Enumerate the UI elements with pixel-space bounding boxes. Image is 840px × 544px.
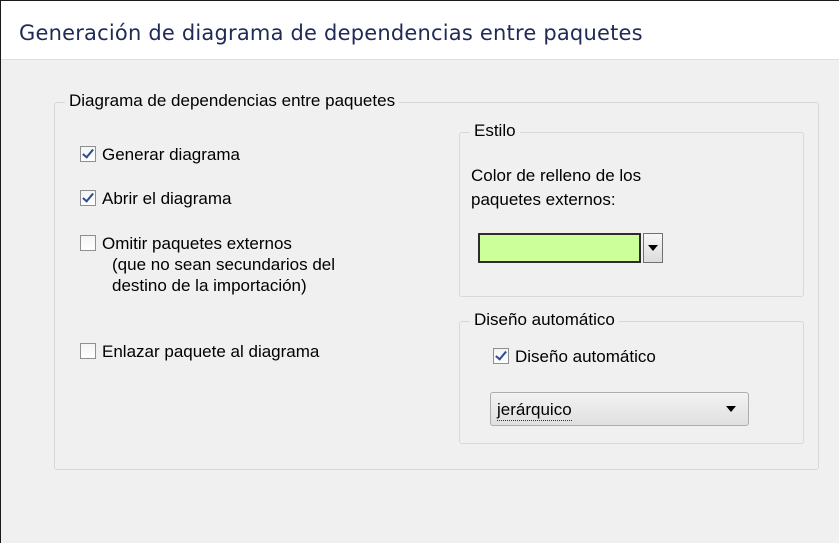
fill-color-swatch[interactable] [478, 233, 641, 263]
layout-type-select[interactable]: jerárquico [490, 392, 749, 426]
link-package-label: Enlazar paquete al diagrama [102, 342, 320, 361]
dialog-window: Generación de diagrama de dependencias e… [0, 0, 839, 543]
omit-external-packages-option[interactable]: Omitir paquetes externos (que no sean se… [80, 233, 335, 296]
open-diagram-checkbox[interactable] [80, 190, 96, 206]
dependency-diagram-group-legend: Diagrama de dependencias entre paquetes [65, 91, 400, 111]
style-group: Estilo [459, 121, 804, 297]
style-group-legend: Estilo [470, 121, 520, 141]
generate-diagram-checkbox[interactable] [80, 146, 96, 162]
omit-external-packages-label: Omitir paquetes externos [102, 234, 292, 253]
generate-diagram-label: Generar diagrama [102, 145, 240, 164]
fill-color-label-line-1: Color de relleno de los [471, 166, 642, 185]
fill-color-picker[interactable] [478, 233, 663, 263]
fill-color-label-line-2: paquetes externos: [471, 190, 616, 209]
open-diagram-option[interactable]: Abrir el diagrama [80, 188, 231, 209]
omit-external-packages-sublabel-2: destino de la importación) [112, 276, 307, 295]
title-bar: Generación de diagrama de dependencias e… [1, 1, 839, 60]
link-package-checkbox[interactable] [80, 343, 96, 359]
auto-layout-checkbox[interactable] [493, 348, 509, 364]
chevron-down-icon [648, 245, 658, 251]
open-diagram-label: Abrir el diagrama [102, 189, 232, 208]
fill-color-dropdown-button[interactable] [643, 233, 663, 263]
generate-diagram-option[interactable]: Generar diagrama [80, 144, 240, 165]
auto-layout-option[interactable]: Diseño automático [493, 346, 656, 367]
layout-type-value: jerárquico [497, 400, 572, 421]
auto-layout-label: Diseño automático [515, 347, 656, 366]
omit-external-packages-checkbox[interactable] [80, 235, 96, 251]
auto-layout-group-legend: Diseño automático [470, 310, 619, 330]
link-package-option[interactable]: Enlazar paquete al diagrama [80, 341, 319, 362]
window-title: Generación de diagrama de dependencias e… [19, 21, 643, 45]
chevron-down-icon [726, 406, 736, 412]
omit-external-packages-sublabel-1: (que no sean secundarios del [112, 255, 336, 274]
